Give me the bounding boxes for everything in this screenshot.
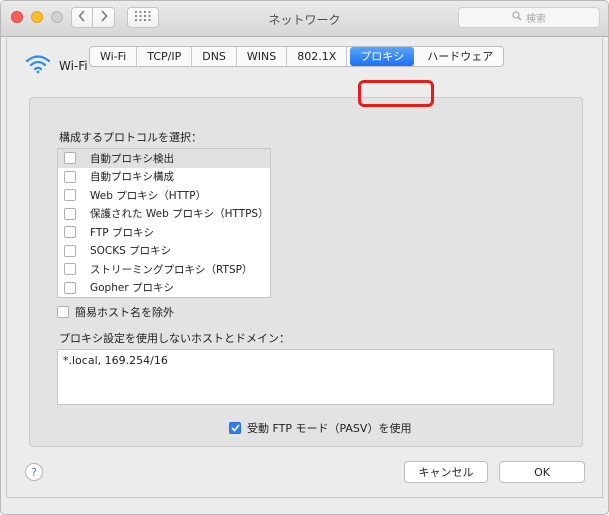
protocol-checkbox[interactable] — [64, 152, 76, 165]
protocol-item-auto-discovery[interactable]: 自動プロキシ検出 — [58, 149, 270, 168]
passive-ftp-option[interactable]: 受動 FTP モード（PASV）を使用 — [229, 420, 411, 436]
protocol-item-socks[interactable]: SOCKS プロキシ — [58, 242, 270, 261]
checkmark-icon — [230, 424, 240, 432]
title-bar: ネットワーク 検索 — [1, 1, 608, 37]
protocol-label: 自動プロキシ構成 — [90, 171, 174, 184]
wifi-icon — [25, 54, 51, 77]
tab-wins[interactable]: WINS — [237, 47, 288, 66]
search-field[interactable]: 検索 — [458, 7, 600, 28]
protocol-item-gopher[interactable]: Gopher プロキシ — [58, 279, 270, 298]
protocol-checkbox[interactable] — [64, 244, 76, 257]
ok-button[interactable]: OK — [499, 461, 585, 483]
exclude-simple-hostnames-checkbox[interactable] — [57, 306, 69, 318]
protocol-label: 自動プロキシ検出 — [90, 152, 174, 165]
protocol-item-rtsp[interactable]: ストリーミングプロキシ（RTSP） — [58, 260, 270, 279]
search-placeholder: 検索 — [526, 14, 546, 25]
bypass-heading: プロキシ設定を使用しないホストとドメイン： — [59, 332, 290, 345]
interface-header: Wi-Fi — [25, 54, 88, 77]
exclude-simple-hostnames-label: 簡易ホスト名を除外 — [75, 306, 174, 319]
protocols-heading: 構成するプロトコルを選択： — [59, 131, 202, 144]
protocol-item-http[interactable]: Web プロキシ（HTTP） — [58, 186, 270, 205]
protocol-checkbox[interactable] — [64, 263, 76, 276]
protocol-checkbox[interactable] — [64, 281, 76, 294]
tab-dns[interactable]: DNS — [192, 47, 237, 66]
protocol-label: 保護された Web プロキシ（HTTPS） — [90, 208, 269, 221]
protocol-label: Web プロキシ（HTTP） — [90, 189, 207, 202]
help-button[interactable]: ? — [25, 463, 43, 481]
tab-proxies[interactable]: プロキシ — [350, 47, 415, 66]
protocol-label: Gopher プロキシ — [90, 282, 174, 295]
tab-8021x[interactable]: 802.1X — [287, 47, 348, 66]
protocol-label: SOCKS プロキシ — [90, 245, 172, 258]
settings-tab-bar: Wi-Fi TCP/IP DNS WINS 802.1X プロキシ ハードウェア — [89, 46, 505, 67]
passive-ftp-checkbox[interactable] — [229, 422, 241, 434]
interface-name: Wi-Fi — [59, 58, 88, 73]
protocol-checkbox[interactable] — [64, 189, 76, 202]
tab-hardware[interactable]: ハードウェア — [417, 47, 503, 66]
help-icon: ? — [31, 465, 37, 479]
protocol-item-https[interactable]: 保護された Web プロキシ（HTTPS） — [58, 205, 270, 224]
tab-wifi[interactable]: Wi-Fi — [90, 47, 138, 66]
protocol-checkbox[interactable] — [64, 207, 76, 220]
cancel-button[interactable]: キャンセル — [404, 461, 488, 483]
protocol-item-auto-config[interactable]: 自動プロキシ構成 — [58, 168, 270, 187]
protocol-details-pane — [277, 148, 575, 298]
bypass-hosts-field[interactable]: *.local, 169.254/16 — [57, 349, 554, 405]
protocol-list: 自動プロキシ検出 自動プロキシ構成 Web プロキシ（HTTP） 保護された W… — [57, 148, 271, 298]
protocol-label: FTP プロキシ — [90, 226, 154, 239]
protocol-item-ftp[interactable]: FTP プロキシ — [58, 223, 270, 242]
tab-tcpip[interactable]: TCP/IP — [137, 47, 193, 66]
protocol-label: ストリーミングプロキシ（RTSP） — [90, 263, 253, 276]
exclude-simple-hostnames[interactable]: 簡易ホスト名を除外 — [57, 304, 174, 320]
passive-ftp-label: 受動 FTP モード（PASV）を使用 — [247, 422, 412, 435]
search-icon — [512, 11, 522, 24]
protocol-checkbox[interactable] — [64, 170, 76, 183]
network-window: ネットワーク 検索 Wi-Fi Wi-Fi TCP/IP DNS WINS 80… — [0, 0, 609, 515]
protocol-checkbox[interactable] — [64, 226, 76, 239]
